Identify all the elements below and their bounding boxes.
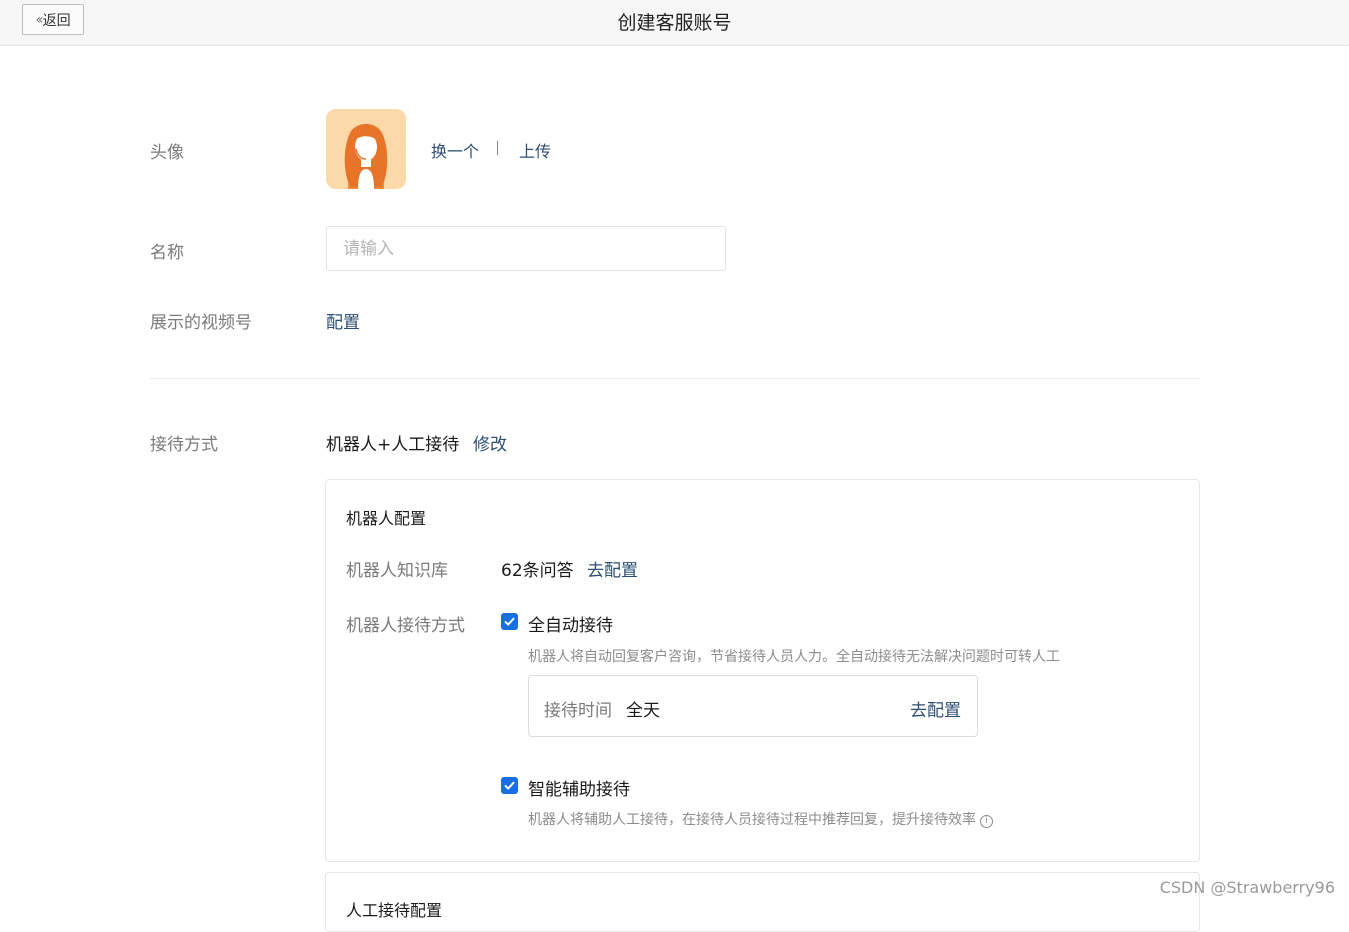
name-label: 名称 xyxy=(150,243,184,263)
assist-reception-hint: 机器人将辅助人工接待，在接待人员接待过程中推荐回复，提升接待效率 xyxy=(528,812,976,828)
auto-reception-hint: 机器人将自动回复客户咨询，节省接待人员人力。全自动接待无法解决问题时可转人工 xyxy=(528,649,1060,665)
assist-reception-label: 智能辅助接待 xyxy=(528,780,630,800)
page-title: 创建客服账号 xyxy=(617,12,732,34)
reception-mode-value: 机器人+人工接待 xyxy=(326,435,460,455)
top-bar: ‹‹ 返回 创建客服账号 xyxy=(0,0,1349,46)
info-icon[interactable]: i xyxy=(980,815,993,828)
watermark: CSDN @Strawberry96 xyxy=(1159,878,1335,897)
section-divider xyxy=(150,378,1200,379)
reception-time-value: 全天 xyxy=(626,701,660,721)
assist-reception-checkbox[interactable] xyxy=(501,777,518,794)
assist-reception-hint-row: 机器人将辅助人工接待，在接待人员接待过程中推荐回复，提升接待效率 i xyxy=(528,809,993,829)
link-divider xyxy=(497,141,498,155)
modify-reception-link[interactable]: 修改 xyxy=(473,430,507,455)
change-avatar-link[interactable]: 换一个 xyxy=(431,138,479,162)
configure-time-link[interactable]: 去配置 xyxy=(910,696,961,721)
robot-mode-label: 机器人接待方式 xyxy=(346,616,465,636)
name-input[interactable] xyxy=(326,226,726,271)
upload-avatar-link[interactable]: 上传 xyxy=(519,138,551,162)
configure-video-link[interactable]: 配置 xyxy=(326,308,360,333)
manual-config-title: 人工接待配置 xyxy=(346,901,443,920)
avatar xyxy=(326,109,406,189)
manual-config-panel xyxy=(325,872,1200,932)
knowledge-base-label: 机器人知识库 xyxy=(346,561,448,581)
reception-mode-label: 接待方式 xyxy=(150,435,218,455)
robot-config-title: 机器人配置 xyxy=(346,509,427,528)
knowledge-base-count: 62条问答 xyxy=(501,561,574,581)
checkmark-icon xyxy=(504,781,515,790)
female-support-agent-icon xyxy=(326,109,406,189)
reception-time-label: 接待时间 xyxy=(544,701,612,721)
configure-knowledge-link[interactable]: 去配置 xyxy=(587,556,638,581)
avatar-label: 头像 xyxy=(150,143,184,163)
auto-reception-label: 全自动接待 xyxy=(528,616,613,636)
checkmark-icon xyxy=(504,617,515,626)
video-account-label: 展示的视频号 xyxy=(150,313,252,333)
robot-config-panel xyxy=(325,479,1200,862)
auto-reception-checkbox[interactable] xyxy=(501,613,518,630)
